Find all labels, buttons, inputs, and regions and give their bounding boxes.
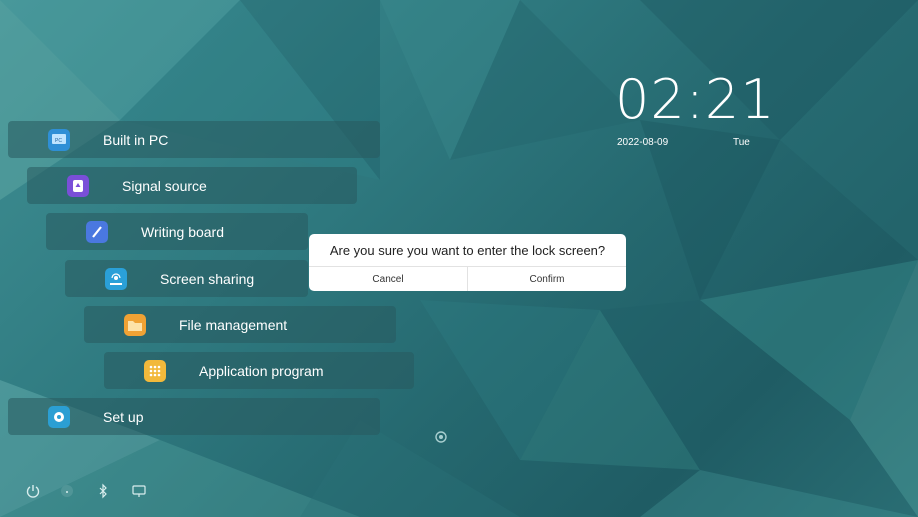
menu-item-screen-sharing[interactable]: Screen sharing xyxy=(65,260,308,297)
confirm-button[interactable]: Confirm xyxy=(467,267,626,291)
bluetooth-icon[interactable] xyxy=(94,482,112,500)
settings-icon xyxy=(48,405,70,428)
menu-item-built-in-pc[interactable]: PC Built in PC xyxy=(8,121,380,158)
gear-icon[interactable] xyxy=(434,430,448,449)
power-icon[interactable] xyxy=(24,482,42,500)
clock-date: 2022-08-09 xyxy=(617,137,669,148)
pen-icon xyxy=(86,220,108,243)
menu-item-file-management[interactable]: File management xyxy=(84,306,396,343)
clock-weekday: Tue xyxy=(733,137,750,148)
menu-label: File management xyxy=(179,316,288,333)
display-icon[interactable] xyxy=(130,482,148,500)
clock-time: 02:21 xyxy=(615,68,776,131)
cancel-button[interactable]: Cancel xyxy=(309,267,467,291)
menu-label: Built in PC xyxy=(103,131,169,148)
dialog-buttons: Cancel Confirm xyxy=(309,266,626,291)
screen-share-icon xyxy=(105,267,127,290)
signal-source-icon xyxy=(67,174,89,197)
menu-label: Signal source xyxy=(122,177,207,194)
dot-icon[interactable] xyxy=(58,482,76,500)
lock-screen-dialog: Are you sure you want to enter the lock … xyxy=(309,234,626,291)
folder-icon xyxy=(124,313,146,336)
apps-grid-icon xyxy=(144,359,166,382)
menu-label: Set up xyxy=(103,408,144,425)
menu-label: Application program xyxy=(199,362,324,379)
pc-icon: PC xyxy=(48,128,70,151)
dialog-title: Are you sure you want to enter the lock … xyxy=(329,243,606,258)
menu-item-signal-source[interactable]: Signal source xyxy=(27,167,357,204)
menu-item-application-program[interactable]: Application program xyxy=(104,352,414,389)
menu-item-set-up[interactable]: Set up xyxy=(8,398,380,435)
menu-item-writing-board[interactable]: Writing board xyxy=(46,213,308,250)
menu-label: Screen sharing xyxy=(160,270,255,287)
svg-text:PC: PC xyxy=(55,138,62,144)
menu-label: Writing board xyxy=(141,223,225,240)
